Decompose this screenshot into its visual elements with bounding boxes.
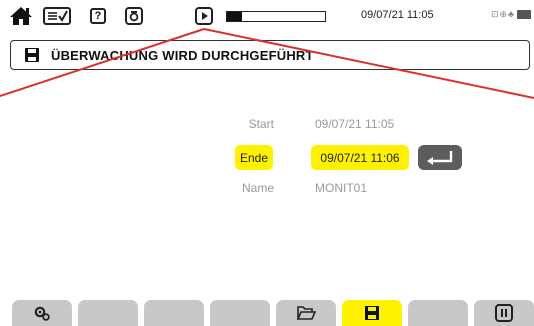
settings-icon [34, 306, 50, 321]
annotation-line-right [203, 28, 534, 99]
annotation-line-left [0, 28, 205, 97]
open-folder-icon [296, 306, 316, 320]
pause-icon [495, 304, 513, 322]
tab-settings[interactable] [12, 300, 72, 326]
tab-empty-3[interactable] [144, 300, 204, 326]
tab-empty-4[interactable] [210, 300, 270, 326]
annotation-lines [0, 28, 534, 99]
tab-open-folder[interactable] [276, 300, 336, 326]
tab-empty-7[interactable] [408, 300, 468, 326]
tab-pause[interactable] [474, 300, 534, 326]
tab-save[interactable] [342, 300, 402, 326]
tab-empty-2[interactable] [78, 300, 138, 326]
floppy-disk-icon [365, 306, 379, 320]
